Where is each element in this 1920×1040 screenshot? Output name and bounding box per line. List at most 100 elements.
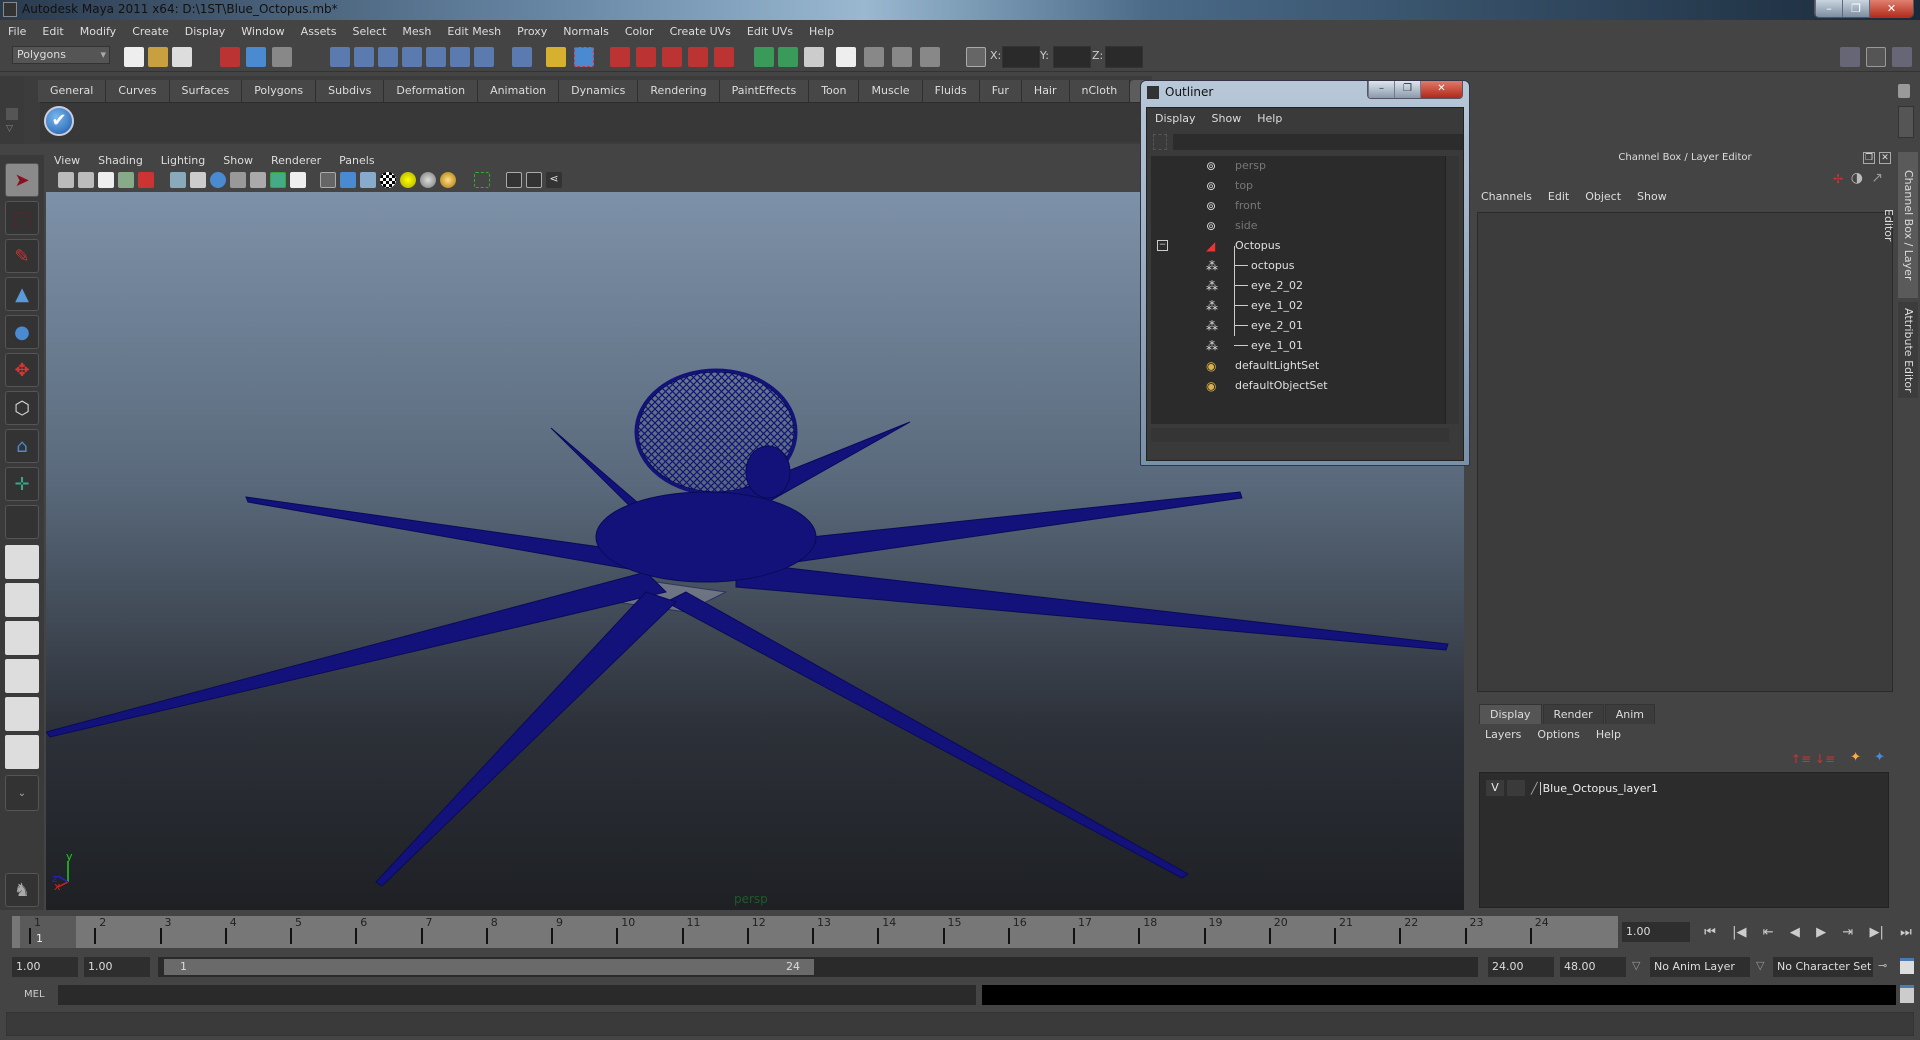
outliner-item[interactable]: ◉ defaultObjectSet (1151, 376, 1447, 396)
layout-more-chevron-icon[interactable]: ⌄ (5, 775, 39, 811)
resolution-gate-icon[interactable] (210, 172, 226, 188)
select-by-hierarchy-icon[interactable] (220, 47, 240, 67)
soft-modification-tool-icon[interactable]: ⌂ (5, 429, 39, 463)
gate-mask-icon[interactable] (230, 172, 246, 188)
grid-toggle-icon[interactable] (170, 172, 186, 188)
rotate-tool-icon[interactable]: ● (5, 315, 39, 349)
shelf-tab-fluids[interactable]: Fluids (922, 80, 980, 102)
use-default-light-icon[interactable] (400, 172, 416, 188)
outliner-close-button[interactable]: ✕ (1420, 81, 1462, 98)
smooth-shade-icon[interactable] (340, 172, 356, 188)
open-scene-icon[interactable] (148, 47, 168, 67)
shelf-tab-fur[interactable]: Fur (979, 80, 1022, 102)
character-set-field[interactable]: No Character Set (1773, 957, 1873, 977)
outliner-horizontal-scrollbar[interactable] (1151, 428, 1449, 442)
layout-outliner-persp-icon[interactable] (5, 621, 39, 655)
step-back-frame-button[interactable]: |◀ (1732, 925, 1746, 940)
shelf-tab-muscle[interactable]: Muscle (859, 80, 923, 102)
xray-joints-icon[interactable] (526, 172, 542, 188)
shelf-tab-dynamics[interactable]: Dynamics (559, 80, 639, 102)
layer-menu-layers[interactable]: Layers (1485, 728, 1521, 741)
isolate-select-icon[interactable] (474, 172, 490, 188)
outliner-item[interactable]: − ◢ Octopus (1151, 236, 1447, 256)
step-forward-frame-button[interactable]: ▶| (1870, 925, 1884, 940)
layout-four-pane-icon[interactable] (5, 583, 39, 617)
shadows-icon[interactable] (440, 172, 456, 188)
shelf-menu-button[interactable] (6, 108, 18, 120)
float-panel-icon[interactable]: ❐ (1863, 152, 1875, 164)
trash-icon[interactable] (1898, 84, 1910, 98)
use-all-lights-icon[interactable] (420, 172, 436, 188)
menu-mesh[interactable]: Mesh (402, 25, 431, 38)
menu-modify[interactable]: Modify (80, 25, 116, 38)
x-field[interactable] (1002, 46, 1040, 68)
channel-box-attributes[interactable] (1477, 212, 1893, 692)
select-by-component-icon[interactable] (272, 47, 292, 67)
viewport-menu-renderer[interactable]: Renderer (271, 154, 321, 167)
maximize-button[interactable]: ❐ (1842, 0, 1869, 17)
viewport-menu-lighting[interactable]: Lighting (161, 154, 205, 167)
snap-point-icon[interactable] (378, 47, 398, 67)
render-view-icon[interactable] (754, 47, 774, 67)
menu-edit-uvs[interactable]: Edit UVs (747, 25, 793, 38)
outliner-item[interactable]: ◉ defaultLightSet (1151, 356, 1447, 376)
shelf-tab-ncloth[interactable]: nCloth (1069, 80, 1131, 102)
transform-field-icon[interactable] (966, 47, 986, 67)
snap-grid-icon[interactable] (330, 47, 350, 67)
z-field[interactable] (1105, 46, 1143, 68)
new-layer-icon[interactable]: ✦ (1850, 750, 1861, 765)
outliner-item[interactable]: ⊚ side (1151, 216, 1447, 236)
layout-single-pane-icon[interactable] (5, 545, 39, 579)
shelf-tabs-chevron-icon[interactable]: ▽ (6, 124, 13, 134)
side-tab-channel-box[interactable]: Channel Box / Layer Editor (1882, 152, 1918, 298)
outliner-item[interactable]: ⁂ eye_2_02 (1151, 276, 1447, 296)
outliner-menu-help[interactable]: Help (1257, 112, 1282, 125)
outliner-item[interactable]: ⁂ octopus (1151, 256, 1447, 276)
2d-pan-zoom-icon[interactable] (138, 172, 154, 188)
layout-hypershade-persp-icon[interactable] (5, 697, 39, 731)
outliner-item[interactable]: ⁂ eye_2_01 (1151, 316, 1447, 336)
select-tool-icon[interactable]: ➤ (5, 163, 39, 197)
lock-icon[interactable] (546, 47, 566, 67)
go-to-end-button[interactable]: ⏭ (1900, 925, 1912, 940)
snap-mask-2-icon[interactable] (474, 47, 494, 67)
step-back-key-button[interactable]: ⇤ (1763, 925, 1774, 940)
hypershade-icon[interactable] (836, 47, 856, 67)
camera-attributes-icon[interactable] (78, 172, 94, 188)
command-language-label[interactable]: MEL (24, 989, 45, 1000)
checkmark-icon[interactable]: ✔ (44, 106, 74, 136)
menu-create[interactable]: Create (132, 25, 169, 38)
attribute-editor-toggle-icon[interactable] (1840, 47, 1860, 67)
outliner-title[interactable]: Outliner (1165, 85, 1213, 99)
shelf-tab-animation[interactable]: Animation (478, 80, 560, 102)
channel-box-toggle-icon[interactable] (1892, 47, 1912, 67)
character-set-dropdown-icon[interactable]: ▽ (1756, 959, 1764, 972)
outliner-item[interactable]: ⁂ eye_1_02 (1151, 296, 1447, 316)
snap-view-plane-icon[interactable] (402, 47, 422, 67)
menu-display[interactable]: Display (185, 25, 226, 38)
shelf-tab-curves[interactable]: Curves (106, 80, 170, 102)
outliner-item[interactable]: ⊚ persp (1151, 156, 1447, 176)
viewport-menu-show[interactable]: Show (223, 154, 253, 167)
shelf-tab-subdivs[interactable]: Subdivs (316, 80, 385, 102)
move-layer-up-icon[interactable]: ↑≡ (1791, 752, 1811, 766)
new-layer-from-selected-icon[interactable]: ✦ (1874, 750, 1885, 765)
safe-action-icon[interactable] (270, 172, 286, 188)
render-current-icon[interactable] (778, 47, 798, 67)
construction-history-icon[interactable] (610, 47, 630, 67)
shelf-tab-general[interactable]: General (38, 80, 107, 102)
script-editor-icon[interactable] (1900, 985, 1914, 1003)
snap-live-icon[interactable] (426, 47, 446, 67)
menu-edit[interactable]: Edit (42, 25, 63, 38)
menu-color[interactable]: Color (625, 25, 654, 38)
move-layer-down-icon[interactable]: ↓≡ (1815, 752, 1835, 766)
hyper-icon[interactable]: ↗ (1871, 170, 1883, 186)
layer-playback-toggle[interactable] (1507, 780, 1525, 796)
layout-persp-graph-icon[interactable] (5, 659, 39, 693)
channel-box-menu-edit[interactable]: Edit (1548, 190, 1569, 203)
layer-tab-anim[interactable]: Anim (1604, 704, 1655, 724)
layer-menu-help[interactable]: Help (1596, 728, 1621, 741)
layer-menu-options[interactable]: Options (1537, 728, 1579, 741)
layer-color-swatch[interactable]: ╱ (1531, 782, 1538, 795)
shelf-tab-rendering[interactable]: Rendering (638, 80, 720, 102)
